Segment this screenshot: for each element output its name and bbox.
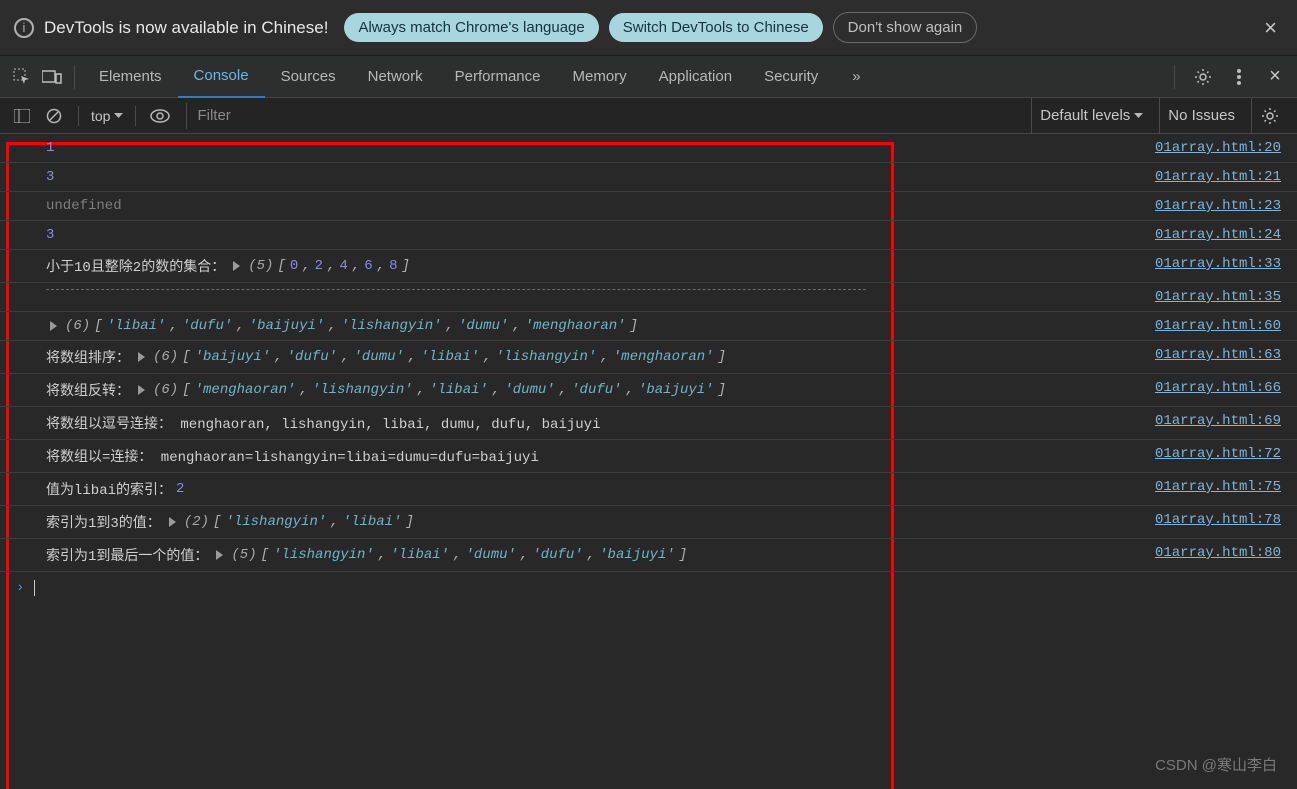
separator [78, 106, 79, 126]
close-infobar-icon[interactable]: × [1258, 15, 1283, 41]
tab-elements[interactable]: Elements [83, 56, 178, 98]
console-row: 索引为1到3的值： (2) ['lishangyin', 'libai']01a… [0, 506, 1297, 539]
expand-icon[interactable] [216, 550, 223, 560]
prompt-caret-icon: › [16, 580, 24, 596]
console-row: 值为libai的索引： 201array.html:75 [0, 473, 1297, 506]
console-row: 小于10且整除2的数的集合： (5) [0, 2, 4, 6, 8]01arra… [0, 250, 1297, 283]
source-link[interactable]: 01array.html:66 [1155, 380, 1297, 396]
console-toolbar: top Default levels No Issues [0, 98, 1297, 134]
source-link[interactable]: 01array.html:23 [1155, 198, 1297, 214]
expand-icon[interactable] [233, 261, 240, 271]
expand-icon[interactable] [50, 321, 57, 331]
settings-icon[interactable] [1189, 63, 1217, 91]
separator [1174, 65, 1175, 89]
dont-show-again-button[interactable]: Don't show again [833, 12, 978, 43]
tab-performance[interactable]: Performance [439, 56, 557, 98]
source-link[interactable]: 01array.html:20 [1155, 140, 1297, 156]
live-expression-icon[interactable] [148, 104, 172, 128]
tab-application[interactable]: Application [643, 56, 748, 98]
tab-network[interactable]: Network [352, 56, 439, 98]
console-row: 301array.html:21 [0, 163, 1297, 192]
source-link[interactable]: 01array.html:24 [1155, 227, 1297, 243]
text-cursor [34, 580, 35, 596]
tab-console[interactable]: Console [178, 56, 265, 98]
issues-label: No Issues [1168, 107, 1235, 124]
device-toolbar-icon[interactable] [38, 63, 66, 91]
source-link[interactable]: 01array.html:80 [1155, 545, 1297, 561]
tab-sources[interactable]: Sources [265, 56, 352, 98]
tab-overflow[interactable]: » [836, 56, 876, 98]
context-selector[interactable]: top [91, 108, 123, 124]
console-settings-icon[interactable] [1251, 98, 1287, 134]
context-label: top [91, 108, 110, 124]
more-menu-icon[interactable] [1225, 63, 1253, 91]
console-row: 01array.html:35 [0, 283, 1297, 312]
switch-chinese-button[interactable]: Switch DevTools to Chinese [609, 13, 823, 42]
devtools-tabbar: ElementsConsoleSourcesNetworkPerformance… [0, 56, 1297, 98]
console-row: 301array.html:24 [0, 221, 1297, 250]
source-link[interactable]: 01array.html:75 [1155, 479, 1297, 495]
console-output: 101array.html:20301array.html:21undefine… [0, 134, 1297, 789]
language-infobar: i DevTools is now available in Chinese! … [0, 0, 1297, 56]
tab-memory[interactable]: Memory [557, 56, 643, 98]
console-row: 将数组以=连接： menghaoran=lishangyin=libai=dum… [0, 440, 1297, 473]
infobar-message: DevTools is now available in Chinese! [44, 18, 328, 38]
issues-button[interactable]: No Issues [1159, 98, 1243, 134]
filter-wrap [186, 103, 1023, 129]
console-row: 将数组以逗号连接： menghaoran, lishangyin, libai,… [0, 407, 1297, 440]
info-icon: i [14, 18, 34, 38]
inspect-icon[interactable] [8, 63, 36, 91]
filter-input[interactable] [197, 107, 1023, 124]
source-link[interactable]: 01array.html:78 [1155, 512, 1297, 528]
expand-icon[interactable] [169, 517, 176, 527]
console-row: (6) ['libai', 'dufu', 'baijuyi', 'lishan… [0, 312, 1297, 341]
expand-icon[interactable] [138, 385, 145, 395]
separator [74, 65, 75, 89]
levels-label: Default levels [1040, 107, 1130, 124]
source-link[interactable]: 01array.html:35 [1155, 289, 1297, 305]
chevron-down-icon [1134, 113, 1143, 119]
separator [135, 106, 136, 126]
source-link[interactable]: 01array.html:69 [1155, 413, 1297, 429]
source-link[interactable]: 01array.html:21 [1155, 169, 1297, 185]
source-link[interactable]: 01array.html:60 [1155, 318, 1297, 334]
clear-console-icon[interactable] [42, 104, 66, 128]
console-row: 索引为1到最后一个的值： (5) ['lishangyin', 'libai',… [0, 539, 1297, 572]
source-link[interactable]: 01array.html:33 [1155, 256, 1297, 272]
watermark: CSDN @寒山李白 [1155, 754, 1277, 775]
console-prompt[interactable]: › [0, 572, 1297, 604]
log-levels-dropdown[interactable]: Default levels [1031, 98, 1151, 134]
match-language-button[interactable]: Always match Chrome's language [344, 13, 598, 42]
console-row: 将数组反转： (6) ['menghaoran', 'lishangyin', … [0, 374, 1297, 407]
close-devtools-icon[interactable]: × [1261, 63, 1289, 91]
source-link[interactable]: 01array.html:72 [1155, 446, 1297, 462]
expand-icon[interactable] [138, 352, 145, 362]
toggle-sidebar-icon[interactable] [10, 104, 34, 128]
console-row: undefined01array.html:23 [0, 192, 1297, 221]
source-link[interactable]: 01array.html:63 [1155, 347, 1297, 363]
tab-security[interactable]: Security [748, 56, 834, 98]
console-row: 将数组排序： (6) ['baijuyi', 'dufu', 'dumu', '… [0, 341, 1297, 374]
console-row: 101array.html:20 [0, 134, 1297, 163]
chevron-down-icon [114, 113, 123, 119]
